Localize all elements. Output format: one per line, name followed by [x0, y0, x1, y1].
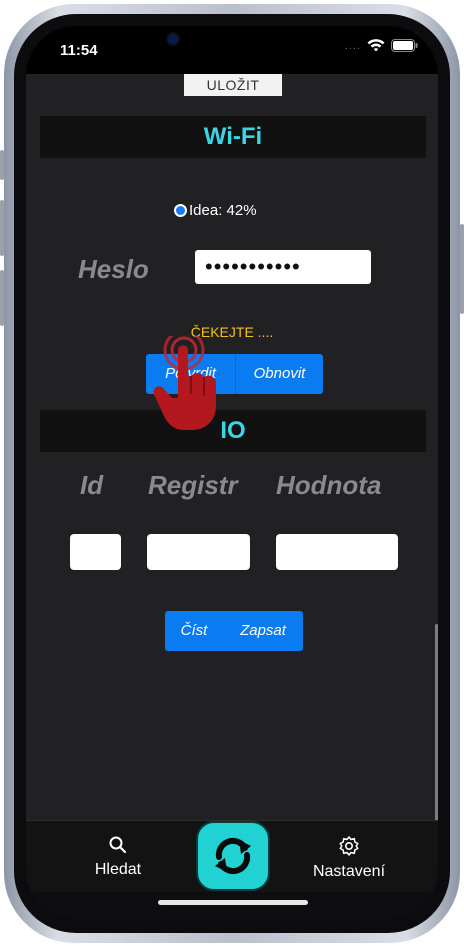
home-indicator[interactable] — [158, 900, 308, 905]
status-icons: .... — [345, 39, 418, 52]
home-area — [26, 892, 438, 919]
signal-dots: .... — [344, 39, 361, 52]
screen: 11:54 .... ULOŽIT Wi-Fi Idea: 42% Heslo … — [26, 26, 438, 919]
status-bar: 11:54 .... — [26, 26, 438, 74]
network-option[interactable]: Idea: 42% — [174, 202, 257, 219]
battery-icon — [391, 39, 418, 52]
app-content: ULOŽIT Wi-Fi Idea: 42% Heslo •••••••••••… — [26, 74, 438, 820]
sync-button[interactable] — [196, 821, 270, 891]
write-button[interactable]: Zapsat — [223, 611, 303, 651]
password-field[interactable]: ••••••••••• — [195, 250, 371, 284]
sync-icon — [215, 837, 251, 875]
power-button — [460, 224, 464, 314]
search-icon — [109, 836, 127, 854]
column-hodnota-label: Hodnota — [276, 470, 382, 500]
scrollbar[interactable] — [435, 624, 438, 820]
wifi-section-title: Wi-Fi — [203, 123, 263, 150]
refresh-button[interactable]: Obnovit — [235, 354, 323, 394]
volume-down-button — [0, 270, 4, 326]
wait-status: ČEKEJTE .... — [190, 324, 274, 340]
front-camera — [168, 34, 178, 44]
io-section-title: IO — [220, 417, 246, 444]
io-button-group: Číst Zapsat — [165, 611, 303, 651]
wifi-icon — [367, 39, 385, 52]
column-registr-label: Registr — [148, 470, 238, 500]
wifi-section-header: Wi-Fi — [40, 116, 426, 158]
tab-settings[interactable]: Nastavení — [304, 835, 394, 881]
column-id-label: Id — [80, 470, 104, 500]
tab-bar: Hledat Nastavení — [26, 820, 438, 893]
io-section-header: IO — [40, 410, 426, 452]
gear-icon — [339, 836, 359, 856]
save-button[interactable]: ULOŽIT — [184, 74, 282, 96]
password-label: Heslo — [78, 254, 149, 284]
tab-search[interactable]: Hledat — [73, 835, 163, 879]
value-input[interactable] — [276, 534, 398, 570]
network-label: Idea: 42% — [189, 202, 257, 219]
volume-up-button — [0, 200, 4, 256]
tab-settings-label: Nastavení — [312, 863, 386, 880]
register-input[interactable] — [147, 534, 250, 570]
status-time: 11:54 — [60, 42, 98, 59]
read-button[interactable]: Číst — [165, 611, 223, 651]
id-input[interactable] — [70, 534, 121, 570]
radio-selected-icon[interactable] — [174, 204, 187, 217]
mute-switch — [0, 150, 4, 180]
tab-search-label: Hledat — [94, 861, 142, 878]
tap-hand-icon — [153, 336, 216, 430]
